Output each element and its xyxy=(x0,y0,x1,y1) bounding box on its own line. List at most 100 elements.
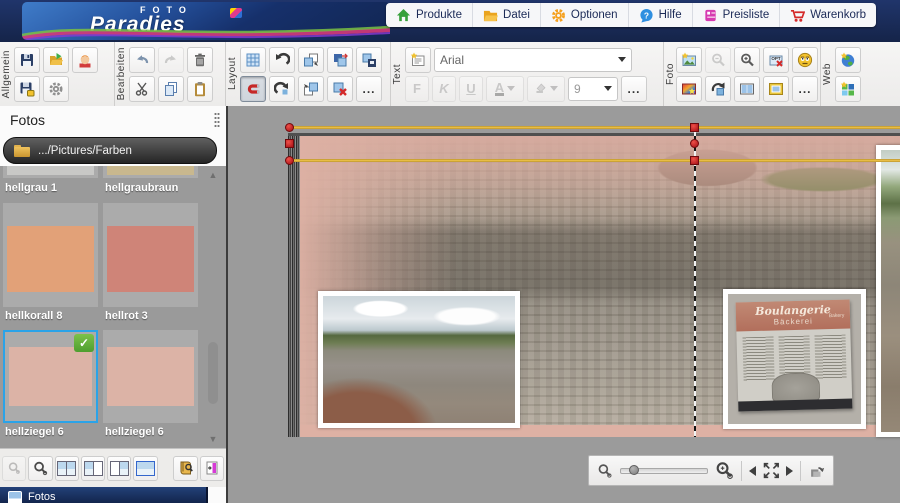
fit-view-icon[interactable] xyxy=(763,462,780,479)
thumb-zoom-in-button[interactable] xyxy=(28,456,52,481)
cut-button[interactable] xyxy=(129,76,155,102)
menu-optionen[interactable]: Optionen xyxy=(541,3,629,27)
open-project-button[interactable] xyxy=(43,47,69,73)
add-photo-button[interactable] xyxy=(676,47,702,73)
swatch-label: hellgrau 1 xyxy=(5,182,100,194)
handle-bottom-left[interactable] xyxy=(285,156,294,165)
inset-photo-sign[interactable]: Boulangerie Bakery Bäckerei xyxy=(723,289,866,429)
font-family-value: Arial xyxy=(440,53,464,67)
swatch-tile-selected[interactable]: ✓ xyxy=(3,330,98,423)
photo-rotate-button[interactable] xyxy=(705,76,731,102)
undo-button[interactable] xyxy=(129,47,155,73)
redo-button[interactable] xyxy=(158,47,184,73)
menu-produkte[interactable]: Produkte xyxy=(386,3,473,27)
paste-button[interactable] xyxy=(187,76,213,102)
swap-layout-button[interactable] xyxy=(327,47,353,73)
handle-top-center[interactable] xyxy=(690,123,699,132)
zoom-out-icon[interactable] xyxy=(597,463,613,479)
panel-grip-handle[interactable] xyxy=(214,112,220,128)
font-color-button[interactable]: A xyxy=(486,76,524,102)
menu-preisliste[interactable]: Preisliste xyxy=(693,3,781,27)
rotate-left-button[interactable] xyxy=(269,47,295,73)
send-backward-button[interactable] xyxy=(298,47,324,73)
save-layout-button[interactable] xyxy=(356,47,382,73)
font-family-select[interactable]: Arial xyxy=(434,48,632,72)
font-color-letter: A xyxy=(495,82,504,96)
book-search-icon xyxy=(178,460,194,476)
handle-bottom-center[interactable] xyxy=(690,156,699,165)
photo-compare-button[interactable] xyxy=(734,76,760,102)
zoom-slider-thumb[interactable] xyxy=(629,465,639,475)
photo-optimize-off-button[interactable]: OPT xyxy=(763,47,789,73)
font-size-select[interactable]: 9 xyxy=(568,77,618,101)
menu-warenkorb[interactable]: Warenkorb xyxy=(780,3,876,27)
underline-button[interactable]: U xyxy=(459,76,483,102)
logo-wave-decoration xyxy=(22,22,390,40)
photo-effects-button[interactable] xyxy=(676,76,702,102)
folder-path-bar[interactable]: .../Pictures/Farben xyxy=(3,137,217,164)
web-collage-button[interactable] xyxy=(835,76,861,102)
photos-panel-title: Fotos xyxy=(10,112,45,128)
page-fold-dashed-line[interactable] xyxy=(694,126,696,437)
photo-zoom-in-button[interactable] xyxy=(734,47,760,73)
scrollbar-thumb[interactable] xyxy=(208,342,218,404)
text-more-button[interactable]: ... xyxy=(621,76,647,102)
photo-frame-button[interactable] xyxy=(763,76,789,102)
frame-icon xyxy=(768,81,784,97)
save-button[interactable] xyxy=(14,47,40,73)
section-text-label: Text xyxy=(392,64,405,84)
photo-zoom-out-button[interactable] xyxy=(705,47,731,73)
inset-photo-right[interactable] xyxy=(876,145,900,437)
bring-forward-button[interactable] xyxy=(298,76,324,102)
previous-page-button[interactable] xyxy=(749,466,756,476)
web-upload-button[interactable] xyxy=(835,47,861,73)
scroll-up-arrow[interactable]: ▲ xyxy=(206,168,220,182)
delete-button[interactable] xyxy=(187,47,213,73)
bold-button[interactable]: F xyxy=(405,76,429,102)
sign-header: Boulangerie Bakery Bäckerei xyxy=(736,299,851,331)
menu-datei[interactable]: Datei xyxy=(473,3,541,27)
red-eye-button[interactable] xyxy=(792,47,818,73)
foto-more-button[interactable]: ... xyxy=(792,76,818,102)
view-both-pages-button[interactable] xyxy=(55,456,79,481)
preview-book-button[interactable] xyxy=(173,456,197,481)
italic-button[interactable]: K xyxy=(432,76,456,102)
view-right-page-button[interactable] xyxy=(107,456,131,481)
selection-guide-top[interactable] xyxy=(289,126,900,129)
swatch-tile[interactable] xyxy=(103,330,198,423)
layout-more-button[interactable]: ... xyxy=(356,76,382,102)
zoom-in-icon[interactable] xyxy=(715,461,734,480)
view-left-page-button[interactable] xyxy=(81,456,105,481)
scroll-down-arrow[interactable]: ▼ xyxy=(206,432,220,446)
add-photo-icon xyxy=(681,52,697,68)
next-page-button[interactable] xyxy=(786,466,793,476)
thumb-zoom-out-button[interactable] xyxy=(2,456,26,481)
handle-top-left[interactable] xyxy=(285,123,294,132)
swatch-tile[interactable] xyxy=(103,166,198,178)
fill-color-button[interactable] xyxy=(527,76,565,102)
rotate-right-button[interactable] xyxy=(269,76,295,102)
copy-button[interactable] xyxy=(158,76,184,102)
profile-button[interactable] xyxy=(72,47,98,73)
toggle-panel-button[interactable] xyxy=(200,456,224,481)
swatch-tile[interactable] xyxy=(3,203,98,307)
swatch-label: hellrot 3 xyxy=(105,310,200,322)
settings-button[interactable] xyxy=(43,76,69,102)
magnet-snap-button[interactable] xyxy=(240,76,266,102)
rotate-page-icon[interactable] xyxy=(808,462,825,479)
view-spread-button[interactable] xyxy=(133,456,157,481)
menu-hilfe[interactable]: ? Hilfe xyxy=(629,3,693,27)
add-textbox-button[interactable] xyxy=(405,47,431,73)
inset-photo-ruins-path[interactable] xyxy=(318,291,520,428)
swatch-tile[interactable] xyxy=(3,166,98,178)
save-as-button[interactable] xyxy=(14,76,40,102)
handle-mid-center[interactable] xyxy=(690,139,699,148)
grid-button[interactable] xyxy=(240,47,266,73)
swatch-tile[interactable] xyxy=(103,203,198,307)
handle-mid-left[interactable] xyxy=(285,139,294,148)
home-icon xyxy=(396,8,411,23)
panel-bottom-tab-fotos[interactable]: Fotos xyxy=(0,487,208,503)
delete-layout-button[interactable] xyxy=(327,76,353,102)
selection-guide-bottom[interactable] xyxy=(289,159,900,162)
zoom-slider-track[interactable] xyxy=(620,468,708,474)
